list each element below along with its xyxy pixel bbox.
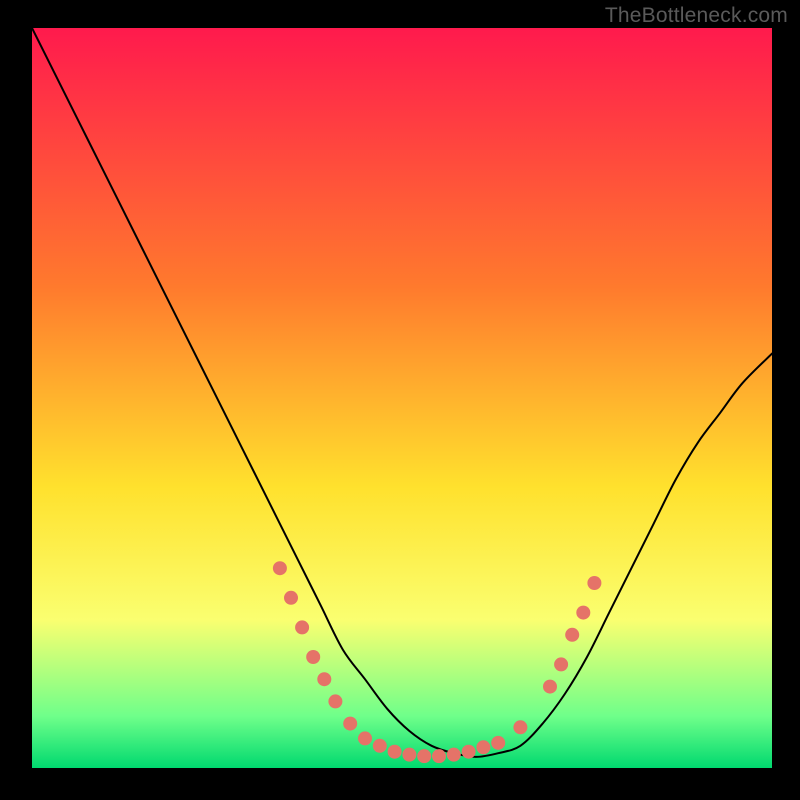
- marker-dot: [343, 717, 357, 731]
- marker-dot: [328, 694, 342, 708]
- marker-dot: [273, 561, 287, 575]
- marker-dot: [295, 620, 309, 634]
- marker-dot: [543, 680, 557, 694]
- marker-dot: [462, 745, 476, 759]
- marker-dot: [447, 748, 461, 762]
- marker-dot: [432, 749, 446, 763]
- marker-dot: [317, 672, 331, 686]
- marker-dot: [476, 740, 490, 754]
- chart-container: TheBottleneck.com: [0, 0, 800, 800]
- marker-dot: [402, 748, 416, 762]
- gradient-background: [32, 28, 772, 768]
- marker-dot: [513, 720, 527, 734]
- marker-dot: [388, 745, 402, 759]
- plot-area: [32, 28, 772, 768]
- watermark-text: TheBottleneck.com: [605, 4, 788, 28]
- chart-svg: [32, 28, 772, 768]
- marker-dot: [417, 749, 431, 763]
- marker-dot: [306, 650, 320, 664]
- marker-dot: [554, 657, 568, 671]
- marker-dot: [284, 591, 298, 605]
- marker-dot: [491, 736, 505, 750]
- marker-dot: [358, 731, 372, 745]
- marker-dot: [373, 739, 387, 753]
- marker-dot: [576, 606, 590, 620]
- marker-dot: [565, 628, 579, 642]
- marker-dot: [587, 576, 601, 590]
